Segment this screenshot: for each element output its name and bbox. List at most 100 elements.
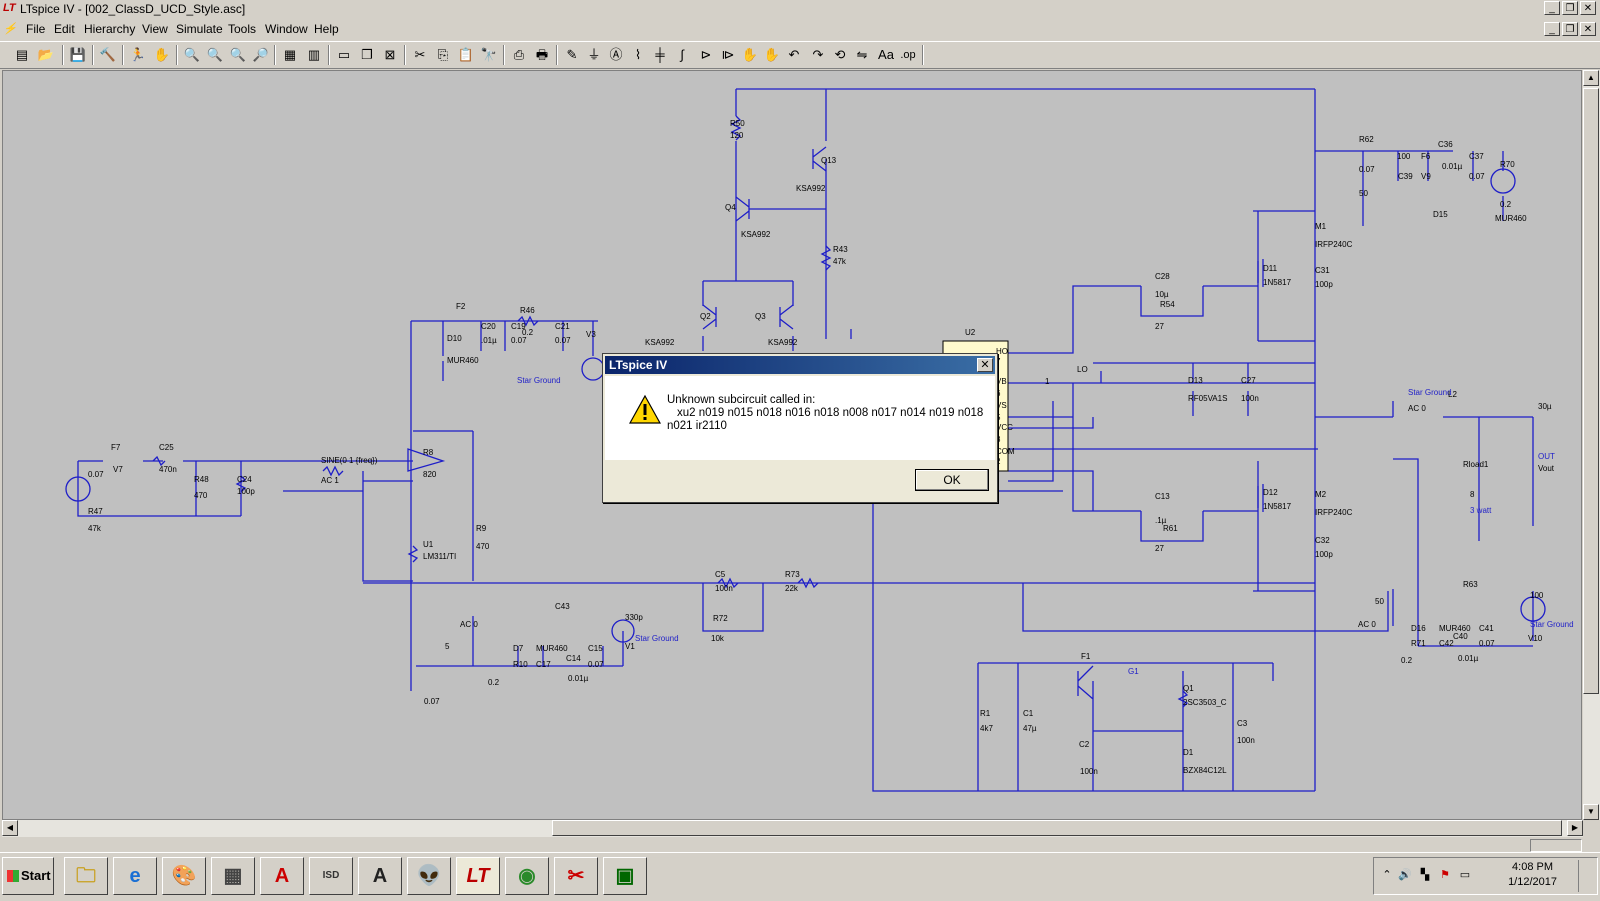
schematic-label: D15 bbox=[1433, 210, 1448, 219]
schematic-label: 1N5817 bbox=[1263, 278, 1292, 287]
mdi-close-button[interactable]: ✕ bbox=[1580, 22, 1596, 36]
menu-window[interactable]: Window bbox=[265, 22, 308, 36]
spice-directive-icon[interactable]: .op bbox=[898, 45, 918, 65]
schematic-label: 4k7 bbox=[980, 724, 993, 733]
volume-icon[interactable]: 🔊 bbox=[1398, 868, 1412, 882]
diode-icon[interactable]: ⊳ bbox=[696, 45, 716, 65]
ok-button[interactable]: OK bbox=[915, 469, 989, 491]
title-bar: LT LTspice IV - [002_ClassD_UCD_Style.as… bbox=[0, 0, 1600, 18]
find-icon[interactable]: 🔭 bbox=[479, 45, 499, 65]
schematic-label: .01µ bbox=[481, 336, 497, 345]
schematic-label: 0.01µ bbox=[1458, 654, 1479, 663]
inductor-icon[interactable]: ∫ bbox=[672, 45, 692, 65]
restore-button[interactable]: ❐ bbox=[1562, 1, 1578, 15]
alien-icon[interactable]: 👽 bbox=[407, 857, 451, 895]
paint-icon[interactable]: 🎨 bbox=[162, 857, 206, 895]
minimize-button[interactable]: _ bbox=[1544, 1, 1560, 15]
menu-hierarchy[interactable]: Hierarchy bbox=[84, 22, 135, 36]
scroll-down-button[interactable]: ▼ bbox=[1583, 804, 1599, 820]
menu-file[interactable]: File bbox=[26, 22, 45, 36]
save-icon[interactable]: 💾 bbox=[68, 45, 88, 65]
chrome-icon[interactable]: ◉ bbox=[505, 857, 549, 895]
zoom-in-icon[interactable]: 🔍 bbox=[182, 45, 202, 65]
close-window-icon[interactable]: ⊠ bbox=[380, 45, 400, 65]
control-panel-icon[interactable]: 🔨 bbox=[98, 45, 118, 65]
network-icon[interactable]: ▚ bbox=[1418, 868, 1432, 882]
menu-edit[interactable]: Edit bbox=[54, 22, 75, 36]
new-schematic-icon[interactable]: ▤ bbox=[12, 45, 32, 65]
schematic-label: G1 bbox=[1128, 667, 1139, 676]
schematic-label: M1 bbox=[1315, 222, 1327, 231]
tile-horizontal-icon[interactable]: ▭ bbox=[334, 45, 354, 65]
print-setup-icon[interactable]: ⎙ bbox=[509, 45, 529, 65]
print-icon[interactable]: 🖶 bbox=[532, 45, 552, 65]
calculator-icon[interactable]: ▦ bbox=[211, 857, 255, 895]
action-center-icon[interactable]: ⚑ bbox=[1438, 868, 1452, 882]
autorange-icon[interactable]: ▥ bbox=[304, 45, 324, 65]
pan-icon[interactable]: ✋ bbox=[152, 45, 172, 65]
zoom-full-icon[interactable]: 🔍 bbox=[205, 45, 225, 65]
file-explorer-icon[interactable]: 🗀 bbox=[64, 857, 108, 895]
start-button[interactable]: Start bbox=[2, 857, 54, 895]
horizontal-scrollbar[interactable]: ◀ ▶ bbox=[2, 820, 1583, 837]
adobe-icon[interactable]: A bbox=[358, 857, 402, 895]
winisd-icon[interactable]: ISD bbox=[309, 857, 353, 895]
schematic-label: C32 bbox=[1315, 536, 1330, 545]
label-icon[interactable]: Ⓐ bbox=[606, 45, 626, 65]
schematic-label: R71 bbox=[1411, 639, 1426, 648]
terminal-icon[interactable]: ▣ bbox=[603, 857, 647, 895]
schematic-label: 0.07 bbox=[511, 336, 527, 345]
open-icon[interactable]: 📂 bbox=[36, 45, 56, 65]
cascade-icon[interactable]: ❐ bbox=[357, 45, 377, 65]
autocad-icon[interactable]: A bbox=[260, 857, 304, 895]
scroll-up-button[interactable]: ▲ bbox=[1583, 70, 1599, 86]
dialog-close-button[interactable]: ✕ bbox=[977, 358, 993, 372]
ltspice-icon[interactable]: LT bbox=[456, 857, 500, 895]
document-icon[interactable]: ⚡ bbox=[3, 22, 17, 35]
schematic-label: U1 bbox=[423, 540, 434, 549]
horizontal-scroll-thumb[interactable] bbox=[552, 820, 1562, 836]
vertical-scrollbar[interactable]: ▲ ▼ bbox=[1583, 70, 1600, 820]
schematic-label: 27 bbox=[1155, 544, 1164, 553]
tray-expand-icon[interactable]: ⌃ bbox=[1380, 868, 1394, 882]
zoom-out-icon[interactable]: 🔍 bbox=[228, 45, 248, 65]
wire-icon[interactable]: ✎ bbox=[562, 45, 582, 65]
vertical-scroll-thumb[interactable] bbox=[1583, 88, 1599, 694]
close-button[interactable]: ✕ bbox=[1580, 1, 1596, 15]
mirror-icon[interactable]: ⇋ bbox=[852, 45, 872, 65]
dialog-message-line1: Unknown subcircuit called in: bbox=[667, 394, 816, 406]
scroll-right-button[interactable]: ▶ bbox=[1567, 820, 1583, 836]
scroll-left-button[interactable]: ◀ bbox=[2, 820, 18, 836]
display-icon[interactable]: ▭ bbox=[1458, 868, 1472, 882]
ground-icon[interactable]: ⏚ bbox=[584, 45, 604, 65]
redo-icon[interactable]: ↷ bbox=[808, 45, 828, 65]
schematic-label: Star Ground bbox=[1530, 620, 1574, 629]
component-icon[interactable]: ⧐ bbox=[718, 45, 738, 65]
menu-tools[interactable]: Tools bbox=[228, 22, 256, 36]
paste-icon[interactable]: 📋 bbox=[456, 45, 476, 65]
text-icon[interactable]: Aa bbox=[876, 45, 896, 65]
schematic-label: D13 bbox=[1188, 376, 1203, 385]
rotate-icon[interactable]: ⟲ bbox=[830, 45, 850, 65]
mdi-minimize-button[interactable]: _ bbox=[1544, 22, 1560, 36]
menu-view[interactable]: View bbox=[142, 22, 168, 36]
drag-icon[interactable]: ✋ bbox=[762, 45, 782, 65]
clock[interactable]: 4:08 PM 1/12/2017 bbox=[1508, 860, 1557, 890]
copy-icon[interactable]: ⎘ bbox=[433, 45, 453, 65]
capacitor-icon[interactable]: ╪ bbox=[650, 45, 670, 65]
resistor-icon[interactable]: ⌇ bbox=[628, 45, 648, 65]
menu-simulate[interactable]: Simulate bbox=[176, 22, 223, 36]
move-icon[interactable]: ✋ bbox=[740, 45, 760, 65]
ie-icon[interactable]: e bbox=[113, 857, 157, 895]
waveform-icon[interactable]: ▦ bbox=[280, 45, 300, 65]
zoom-cancel-icon[interactable]: 🔎 bbox=[251, 45, 271, 65]
menu-help[interactable]: Help bbox=[314, 22, 339, 36]
run-icon[interactable]: 🏃 bbox=[128, 45, 148, 65]
cut-icon[interactable]: ✂ bbox=[410, 45, 430, 65]
undo-icon[interactable]: ↶ bbox=[784, 45, 804, 65]
snipping-icon[interactable]: ✂ bbox=[554, 857, 598, 895]
show-desktop-button[interactable] bbox=[1578, 860, 1593, 892]
mdi-restore-button[interactable]: ❐ bbox=[1562, 22, 1578, 36]
schematic-label: 100n bbox=[715, 584, 733, 593]
schematic-label: AC 0 bbox=[1358, 620, 1376, 629]
